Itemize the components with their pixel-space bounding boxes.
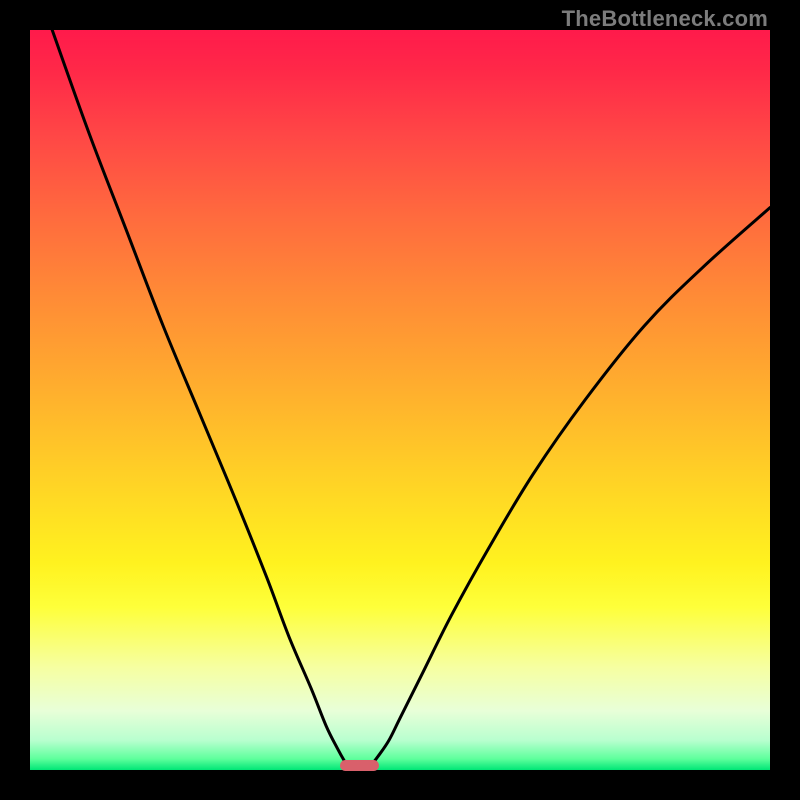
- plot-area: [30, 30, 770, 770]
- curve-left: [52, 30, 348, 766]
- chart-frame: TheBottleneck.com: [0, 0, 800, 800]
- curve-svg: [30, 30, 770, 770]
- curve-right: [370, 208, 770, 767]
- watermark-text: TheBottleneck.com: [562, 6, 768, 32]
- minimum-marker: [340, 760, 378, 772]
